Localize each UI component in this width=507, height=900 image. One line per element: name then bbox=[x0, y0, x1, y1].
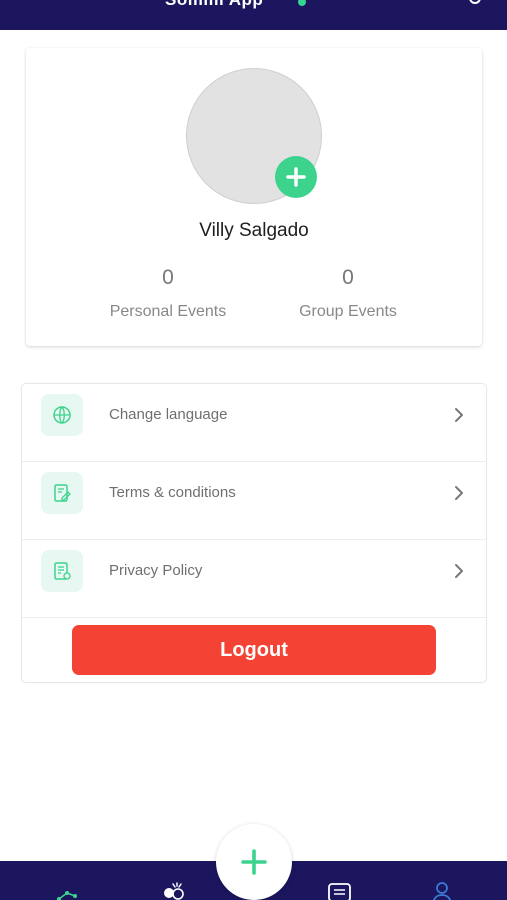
group-events-count: 0 bbox=[342, 266, 354, 289]
group-icon[interactable] bbox=[159, 877, 187, 900]
user-name: Villy Salgado bbox=[199, 220, 309, 241]
policy-document-icon bbox=[41, 550, 83, 592]
document-edit-icon bbox=[41, 472, 83, 514]
chevron-right-icon bbox=[455, 486, 463, 500]
chat-icon[interactable] bbox=[326, 877, 354, 900]
chevron-right-icon bbox=[455, 564, 463, 578]
menu-item-terms-conditions[interactable]: Terms & conditions bbox=[22, 462, 486, 540]
stats-icon[interactable] bbox=[54, 877, 82, 900]
add-photo-button[interactable] bbox=[275, 156, 317, 198]
group-events-stat: 0 Group Events bbox=[258, 266, 438, 321]
refresh-icon[interactable] bbox=[469, 0, 481, 4]
menu-item-label: Terms & conditions bbox=[109, 484, 236, 501]
add-icon bbox=[241, 849, 267, 875]
add-event-button[interactable] bbox=[216, 824, 292, 900]
settings-menu: Change language Terms & conditions Priva… bbox=[22, 384, 486, 682]
plus-icon bbox=[286, 167, 306, 187]
menu-item-change-language[interactable]: Change language bbox=[22, 384, 486, 462]
menu-item-label: Privacy Policy bbox=[109, 562, 203, 579]
menu-item-label: Change language bbox=[109, 406, 228, 423]
status-dot bbox=[298, 0, 306, 6]
logout-button[interactable]: Logout bbox=[72, 625, 436, 675]
menu-item-privacy-policy[interactable]: Privacy Policy bbox=[22, 540, 486, 618]
profile-icon[interactable] bbox=[428, 877, 456, 900]
chevron-right-icon bbox=[455, 408, 463, 422]
top-bar: Sommi App bbox=[0, 0, 507, 30]
profile-card: Villy Salgado 0 Personal Events 0 Group … bbox=[26, 48, 482, 346]
personal-events-count: 0 bbox=[162, 266, 174, 289]
personal-events-stat: 0 Personal Events bbox=[78, 266, 258, 321]
personal-events-label: Personal Events bbox=[109, 303, 227, 320]
app-title: Sommi App bbox=[165, 0, 263, 10]
globe-icon bbox=[41, 394, 83, 436]
profile-screen: Sommi App Villy Salgado 0 Personal Event… bbox=[0, 0, 507, 900]
group-events-label: Group Events bbox=[299, 303, 397, 320]
